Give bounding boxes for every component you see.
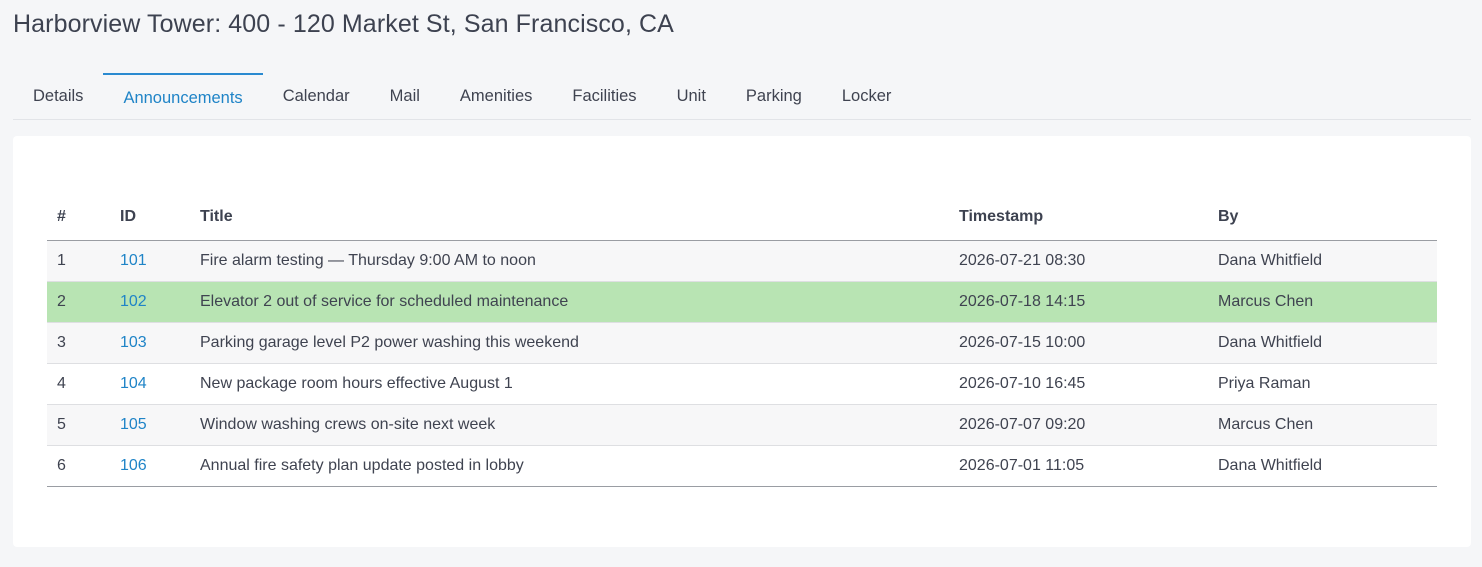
row-number: 6: [47, 445, 110, 487]
row-author: Marcus Chen: [1208, 281, 1437, 323]
tab-bar: Details Announcements Calendar Mail Amen…: [13, 73, 1471, 120]
table-row[interactable]: 6 106 Annual fire safety plan update pos…: [47, 445, 1437, 487]
row-number: 1: [47, 240, 110, 282]
row-id-cell: 101: [110, 240, 190, 282]
row-number: 5: [47, 404, 110, 446]
tab-amenities[interactable]: Amenities: [440, 73, 552, 118]
row-author: Priya Raman: [1208, 363, 1437, 405]
row-id-cell: 106: [110, 445, 190, 487]
announcement-id-link[interactable]: 105: [120, 416, 147, 433]
row-title: Fire alarm testing — Thursday 9:00 AM to…: [190, 240, 949, 282]
row-timestamp: 2026-07-01 11:05: [949, 445, 1208, 487]
row-timestamp: 2026-07-18 14:15: [949, 281, 1208, 323]
page-title: Harborview Tower: 400 - 120 Market St, S…: [13, 10, 674, 38]
column-header-num: #: [47, 193, 110, 241]
announcement-id-link[interactable]: 102: [120, 293, 147, 310]
row-number: 3: [47, 322, 110, 364]
row-timestamp: 2026-07-21 08:30: [949, 240, 1208, 282]
announcement-id-link[interactable]: 101: [120, 252, 147, 269]
row-timestamp: 2026-07-10 16:45: [949, 363, 1208, 405]
tab-locker[interactable]: Locker: [822, 73, 912, 118]
tab-facilities[interactable]: Facilities: [552, 73, 656, 118]
column-header-by: By: [1208, 193, 1437, 241]
table-row-highlighted[interactable]: 2 102 Elevator 2 out of service for sche…: [47, 281, 1437, 323]
table-header-row: # ID Title Timestamp By: [47, 193, 1437, 241]
row-number: 4: [47, 363, 110, 405]
table-row[interactable]: 5 105 Window washing crews on-site next …: [47, 404, 1437, 446]
row-author: Dana Whitfield: [1208, 322, 1437, 364]
announcement-id-link[interactable]: 103: [120, 334, 147, 351]
row-author: Dana Whitfield: [1208, 445, 1437, 487]
announcement-id-link[interactable]: 106: [120, 457, 147, 474]
row-timestamp: 2026-07-07 09:20: [949, 404, 1208, 446]
table-row[interactable]: 4 104 New package room hours effective A…: [47, 363, 1437, 405]
table-row[interactable]: 1 101 Fire alarm testing — Thursday 9:00…: [47, 240, 1437, 282]
row-timestamp: 2026-07-15 10:00: [949, 322, 1208, 364]
row-title: Window washing crews on-site next week: [190, 404, 949, 446]
row-id-cell: 104: [110, 363, 190, 405]
row-author: Marcus Chen: [1208, 404, 1437, 446]
announcements-table: # ID Title Timestamp By 1 101 Fire alarm…: [47, 193, 1437, 487]
row-title: Elevator 2 out of service for scheduled …: [190, 281, 949, 323]
column-header-title: Title: [190, 193, 949, 241]
tab-unit[interactable]: Unit: [657, 73, 726, 118]
tab-calendar[interactable]: Calendar: [263, 73, 370, 118]
announcement-id-link[interactable]: 104: [120, 375, 147, 392]
tab-announcements[interactable]: Announcements: [103, 73, 263, 118]
announcements-card: # ID Title Timestamp By 1 101 Fire alarm…: [13, 136, 1471, 547]
tab-parking[interactable]: Parking: [726, 73, 822, 118]
row-id-cell: 105: [110, 404, 190, 446]
tab-mail[interactable]: Mail: [370, 73, 440, 118]
column-header-timestamp: Timestamp: [949, 193, 1208, 241]
row-id-cell: 103: [110, 322, 190, 364]
row-title: Annual fire safety plan update posted in…: [190, 445, 949, 487]
row-number: 2: [47, 281, 110, 323]
tab-details[interactable]: Details: [13, 73, 103, 118]
row-id-cell: 102: [110, 281, 190, 323]
row-title: Parking garage level P2 power washing th…: [190, 322, 949, 364]
table-row[interactable]: 3 103 Parking garage level P2 power wash…: [47, 322, 1437, 364]
row-author: Dana Whitfield: [1208, 240, 1437, 282]
column-header-id: ID: [110, 193, 190, 241]
row-title: New package room hours effective August …: [190, 363, 949, 405]
